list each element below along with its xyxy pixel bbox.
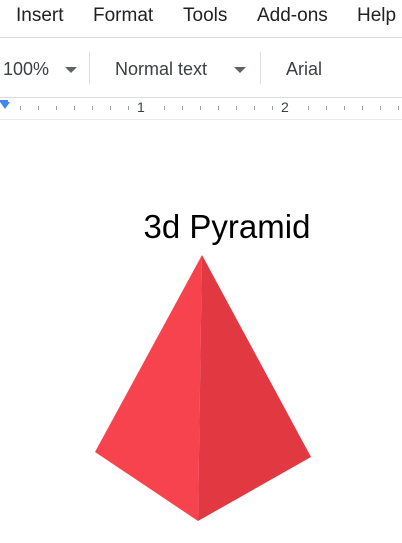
left-indent-icon[interactable] xyxy=(0,102,10,109)
ruler-tick xyxy=(272,106,273,110)
pyramid-drawing[interactable] xyxy=(90,250,320,530)
ruler-tick xyxy=(20,106,21,110)
menu-tools[interactable]: Tools xyxy=(183,5,227,27)
ruler-tick xyxy=(398,106,399,110)
pyramid-right-face xyxy=(198,255,311,521)
toolbar-divider xyxy=(89,52,90,84)
ruler-tick xyxy=(200,106,201,110)
font-select[interactable]: Arial xyxy=(286,59,322,80)
ruler-tick xyxy=(38,106,39,110)
ruler[interactable]: 1 2 xyxy=(0,98,402,120)
docs-window: Insert Format Tools Add-ons Help 100% No… xyxy=(0,0,402,543)
menu-format[interactable]: Format xyxy=(93,5,153,27)
toolbar-divider xyxy=(260,52,261,84)
ruler-tick xyxy=(236,106,237,110)
ruler-tick xyxy=(110,106,111,110)
ruler-tick xyxy=(254,106,255,110)
zoom-select[interactable]: 100% xyxy=(3,59,49,80)
caret-down-icon[interactable] xyxy=(65,67,77,73)
ruler-tick xyxy=(326,106,327,110)
ruler-tick xyxy=(218,106,219,110)
pyramid-left-face xyxy=(95,255,202,521)
caret-down-icon[interactable] xyxy=(234,67,246,73)
text-style-select[interactable]: Normal text xyxy=(115,59,207,80)
ruler-tick xyxy=(56,106,57,110)
toolbar: 100% Normal text Arial xyxy=(0,38,402,98)
ruler-mark: 2 xyxy=(281,99,289,115)
menu-bar: Insert Format Tools Add-ons Help xyxy=(0,0,402,38)
menu-addons[interactable]: Add-ons xyxy=(257,5,328,27)
document-title[interactable]: 3d Pyramid xyxy=(0,208,402,246)
ruler-tick xyxy=(344,106,345,110)
ruler-tick xyxy=(128,106,129,110)
ruler-tick xyxy=(74,106,75,110)
ruler-tick xyxy=(164,106,165,110)
ruler-tick xyxy=(182,106,183,110)
menu-insert[interactable]: Insert xyxy=(16,5,64,27)
menu-help[interactable]: Help xyxy=(357,5,396,27)
ruler-mark: 1 xyxy=(137,99,145,115)
ruler-tick xyxy=(362,106,363,110)
ruler-tick xyxy=(92,106,93,110)
ruler-tick xyxy=(308,106,309,110)
ruler-tick xyxy=(380,106,381,110)
